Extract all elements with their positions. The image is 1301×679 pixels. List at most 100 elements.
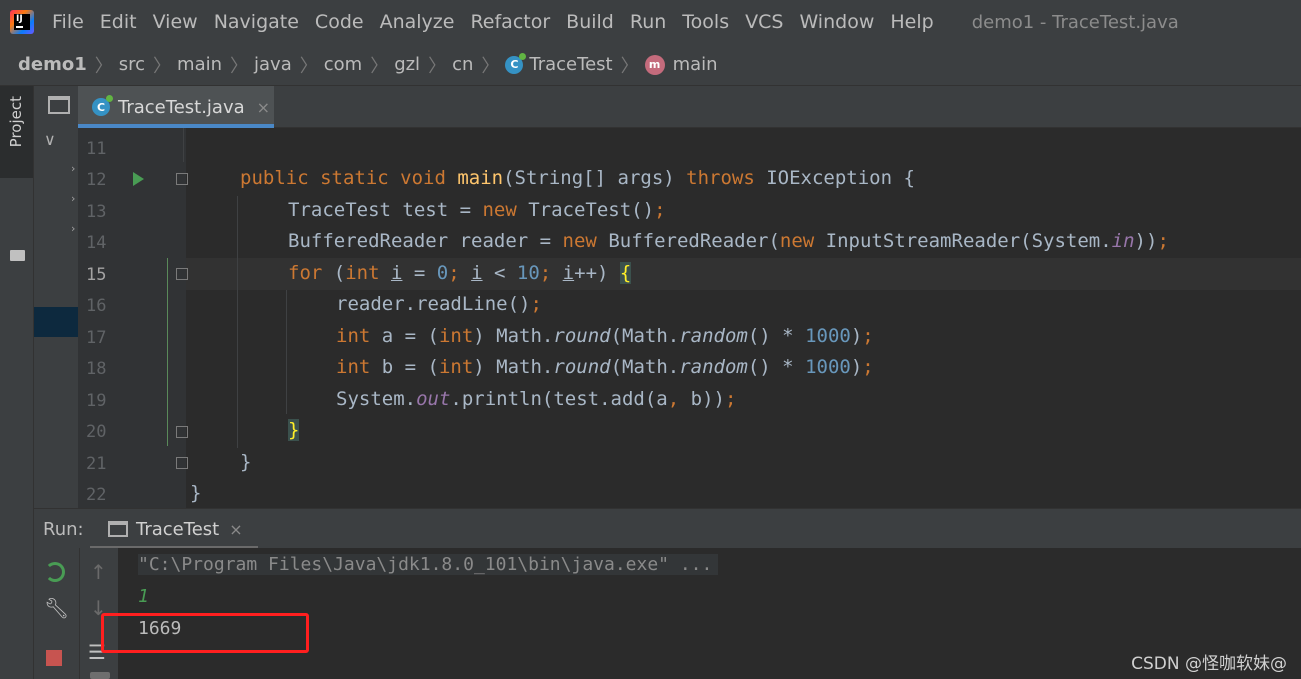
breadcrumb-item-src[interactable]: src [119, 54, 145, 75]
code-line: } [288, 419, 300, 441]
chevron-right-icon: 〉 [481, 55, 500, 77]
folder-icon [10, 250, 25, 261]
line-number: 19 [86, 391, 107, 411]
menu-file[interactable]: File [52, 11, 84, 33]
method-icon: m [644, 54, 665, 75]
annotation-highlight-box [101, 613, 309, 653]
line-number: 17 [86, 328, 107, 348]
menu-view[interactable]: View [153, 11, 198, 33]
tab-tracetest-java[interactable]: C TraceTest.java × [78, 86, 274, 128]
line-number: 22 [86, 485, 107, 505]
tree-expander-icon[interactable]: › [71, 222, 75, 235]
project-panel: ∨ › › › [34, 86, 78, 508]
java-class-icon: C [505, 52, 527, 74]
console-command-line: "C:\Program Files\Java\jdk1.8.0_101\bin\… [138, 554, 719, 575]
menu-refactor[interactable]: Refactor [470, 11, 550, 33]
run-panel-title: Run: [43, 519, 84, 540]
arrow-up-icon[interactable]: ↑ [90, 560, 107, 584]
menu-build[interactable]: Build [566, 11, 614, 33]
code-line: TraceTest test = new TraceTest(); [288, 199, 666, 221]
code-line: } [190, 482, 202, 504]
menu-help[interactable]: Help [890, 11, 933, 33]
code-line: System.out.println(test.add(a, b)); [336, 388, 737, 410]
code-line-current: for (int i = 0; i < 10; i++) { [288, 262, 632, 284]
tab-run-tracetest[interactable]: TraceTest × [90, 509, 258, 549]
rerun-icon[interactable] [45, 562, 65, 582]
menu-run[interactable]: Run [630, 11, 666, 33]
menu-window[interactable]: Window [799, 11, 874, 33]
line-number: 20 [86, 422, 107, 442]
close-icon[interactable]: × [257, 98, 270, 117]
indent-guide [286, 290, 287, 414]
run-panel-header: Run: TraceTest × [34, 508, 1301, 549]
run-main-icon[interactable] [133, 172, 144, 186]
menu-tools[interactable]: Tools [682, 11, 729, 33]
breadcrumb-class-label: TraceTest [529, 54, 613, 75]
code-line: int b = (int) Math.round(Math.random() *… [336, 356, 874, 378]
line-number: 18 [86, 359, 107, 379]
breadcrumb-item-gzl[interactable]: gzl [394, 54, 420, 75]
left-tool-strip: Project [0, 86, 34, 679]
editor-tab-bar: C TraceTest.java × [78, 86, 1301, 128]
chevron-right-icon: 〉 [230, 55, 249, 77]
line-number: 13 [86, 202, 107, 222]
indent-guide [183, 128, 184, 162]
fold-marker-icon[interactable] [176, 173, 188, 185]
run-toolbar: 🔧︎ [34, 548, 80, 679]
chevron-right-icon: 〉 [299, 55, 318, 77]
selected-tree-row[interactable] [34, 307, 78, 337]
menu-bar: IJ File Edit View Navigate Code Analyze … [0, 0, 1301, 44]
chevron-right-icon: 〉 [370, 55, 389, 77]
code-line: } [240, 451, 252, 473]
breadcrumb-item-method[interactable]: m main [644, 54, 718, 75]
breadcrumb-item-class[interactable]: C TraceTest [505, 52, 613, 75]
menu-analyze[interactable]: Analyze [380, 11, 455, 33]
menu-vcs[interactable]: VCS [745, 11, 783, 33]
menu-code[interactable]: Code [315, 11, 364, 33]
fold-marker-icon[interactable] [176, 268, 188, 280]
line-number: 21 [86, 454, 107, 474]
run-tab-label: TraceTest [136, 518, 220, 540]
code-line: int a = (int) Math.round(Math.random() *… [336, 325, 874, 347]
indent-guide [237, 196, 238, 448]
watermark: CSDN @怪咖软妹@ [1131, 654, 1287, 674]
breadcrumb-item-java[interactable]: java [254, 54, 292, 75]
chevron-right-icon: 〉 [620, 55, 639, 77]
code-line: public static void main(String[] args) t… [240, 167, 915, 189]
wrench-icon[interactable]: 🔧︎ [44, 596, 69, 620]
fold-marker-icon[interactable] [176, 457, 188, 469]
run-config-icon [108, 521, 128, 537]
breadcrumb-method-label: main [672, 54, 718, 75]
chevron-right-icon: 〉 [428, 55, 447, 77]
code-line: BufferedReader reader = new BufferedRead… [288, 230, 1169, 252]
breadcrumb-item-cn[interactable]: cn [452, 54, 473, 75]
panel-layout-icon[interactable] [48, 96, 70, 114]
menu-edit[interactable]: Edit [100, 11, 137, 33]
tree-expander-icon[interactable]: › [71, 192, 75, 205]
breadcrumb: demo1 〉 src 〉 main 〉 java 〉 com 〉 gzl 〉 cn 〉 CT… [0, 44, 1301, 86]
fold-marker-icon[interactable] [176, 426, 188, 438]
breadcrumb-item-com[interactable]: com [324, 54, 362, 75]
code-line: reader.readLine(); [336, 293, 542, 315]
line-number: 16 [86, 296, 107, 316]
java-class-icon: C [92, 95, 113, 116]
line-number: 12 [86, 170, 107, 190]
window-title: demo1 - TraceTest.java [971, 11, 1179, 33]
intellij-logo-icon[interactable]: IJ [10, 10, 34, 34]
change-marker [167, 258, 168, 446]
chevron-down-icon[interactable]: ∨ [44, 130, 56, 149]
breadcrumb-item-project[interactable]: demo1 [18, 54, 87, 75]
line-number: 14 [86, 233, 107, 253]
tab-label: TraceTest.java [118, 96, 245, 118]
close-icon[interactable]: × [229, 520, 242, 539]
stop-icon[interactable] [46, 650, 62, 666]
project-tool-tab[interactable]: Project [0, 86, 33, 178]
tree-expander-icon[interactable]: › [71, 162, 75, 175]
chevron-right-icon: 〉 [94, 55, 113, 77]
line-number-current: 15 [86, 265, 107, 285]
line-number: 11 [86, 139, 107, 159]
menu-navigate[interactable]: Navigate [214, 11, 299, 33]
breadcrumb-item-main-dir[interactable]: main [177, 54, 222, 75]
console-user-input: 1 [138, 586, 149, 607]
scroll-to-end-icon[interactable] [90, 672, 110, 679]
